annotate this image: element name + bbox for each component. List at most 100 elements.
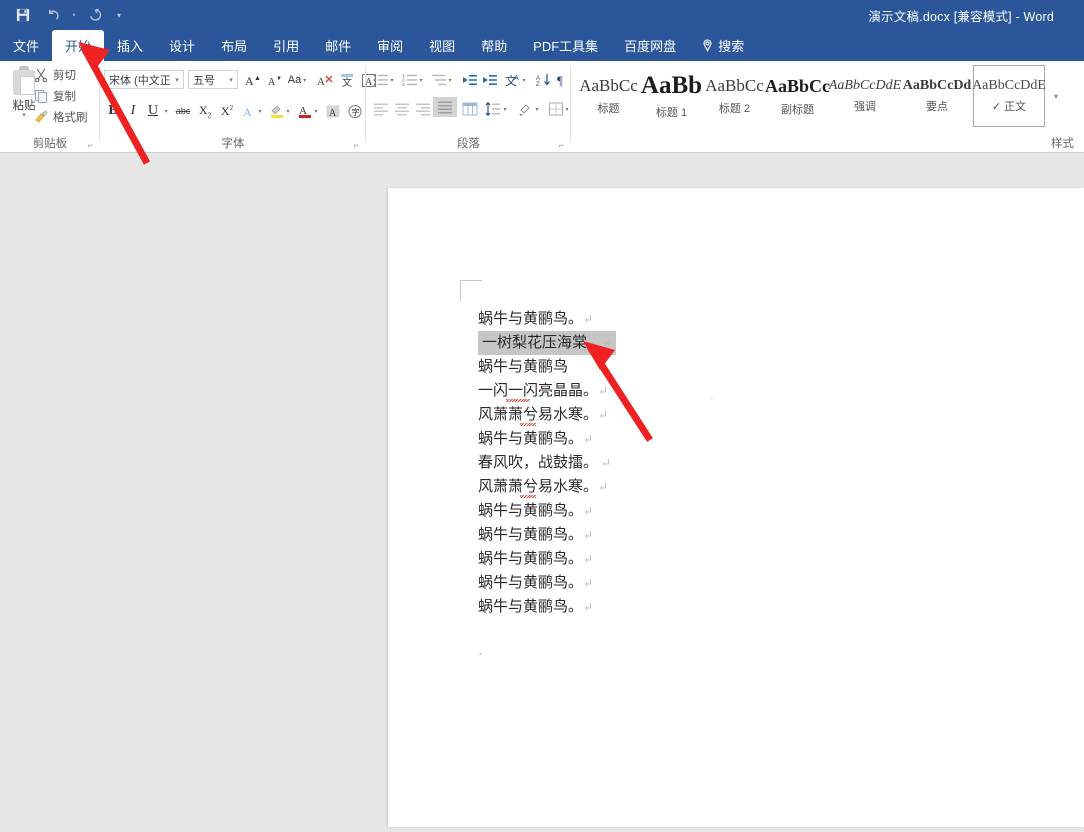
tab-layout[interactable]: 布局 [208, 30, 260, 61]
document-line[interactable]: 蜗牛与黄鹂鸟。↵ [478, 595, 593, 619]
style-item-emphasis[interactable]: AaBbCcDdE 强调 [829, 65, 901, 127]
paste-dropdown-caret[interactable]: ▾ [22, 112, 26, 119]
document-line[interactable]: 蜗牛与黄鹂鸟 [478, 355, 568, 379]
copy-button[interactable]: 复制 [34, 88, 76, 104]
undo-dropdown-dot[interactable]: • [70, 10, 78, 20]
style-preview: AaBbCcDd [902, 78, 972, 93]
tab-file[interactable]: 文件 [0, 30, 52, 61]
style-item-title[interactable]: AaBbCc 标题 [577, 65, 640, 127]
multilevel-caret[interactable]: ▾ [445, 70, 455, 90]
tab-insert[interactable]: 插入 [104, 30, 156, 61]
cut-button[interactable]: 剪切 [34, 67, 76, 83]
change-case-icon[interactable]: Aa ▾ [286, 70, 308, 90]
document-line[interactable]: 蜗牛与黄鹂鸟。↵ [478, 571, 593, 595]
document-line[interactable]: 蜗牛与黄鹂鸟。↵ [478, 523, 593, 547]
customize-qat-icon[interactable]: ▾ [112, 11, 126, 20]
clipboard-dialog-launcher[interactable]: ⌐ [85, 139, 96, 150]
tab-pdf-tools[interactable]: PDF工具集 [520, 30, 611, 61]
tab-references[interactable]: 引用 [260, 30, 312, 61]
search-box[interactable]: 搜索 [689, 30, 757, 61]
align-left-icon[interactable] [370, 99, 392, 119]
font-size-combo[interactable]: 五号 ▾ [188, 70, 238, 89]
tab-help[interactable]: 帮助 [468, 30, 520, 61]
shrink-font-icon[interactable]: A ▼ [264, 70, 286, 90]
scissors-icon [34, 68, 49, 83]
ribbon-tab-strip: 文件 开始 插入 设计 布局 引用 邮件 审阅 视图 帮助 PDF工具集 百度网… [0, 30, 1084, 61]
document-line[interactable]: 蜗牛与黄鹂鸟。↵ [478, 307, 593, 331]
underline-caret[interactable]: ▾ [161, 101, 171, 121]
svg-text:¶: ¶ [557, 73, 563, 87]
distribute-icon[interactable] [459, 99, 481, 119]
increase-indent-icon[interactable] [479, 70, 501, 90]
pilcrow-icon: ↵ [583, 576, 594, 590]
font-dialog-launcher[interactable]: ⌐ [351, 139, 362, 150]
svg-text:文: 文 [342, 76, 352, 88]
tab-mailings[interactable]: 邮件 [312, 30, 364, 61]
asian-layout-caret[interactable]: ▾ [519, 70, 529, 90]
decrease-indent-icon[interactable] [459, 70, 481, 90]
strikethrough-button[interactable]: abc [172, 101, 194, 121]
line-spacing-caret[interactable]: ▾ [500, 99, 510, 119]
group-label-font: 字体 [221, 138, 245, 150]
copy-label: 复制 [53, 91, 76, 103]
bold-button[interactable]: B [102, 101, 124, 121]
document-line[interactable]: 一闪一闪亮晶晶。↵ [478, 379, 608, 403]
align-right-icon[interactable] [412, 99, 434, 119]
phonetic-guide-icon[interactable]: 文 [336, 70, 358, 90]
pilcrow-icon: ↵ [583, 432, 594, 446]
style-name: 强调 [854, 101, 876, 113]
redo-icon[interactable] [82, 3, 108, 27]
align-center-icon[interactable] [391, 99, 413, 119]
document-line[interactable]: 蜗牛与黄鹂鸟。↵ [478, 427, 593, 451]
italic-button[interactable]: I [122, 101, 144, 121]
pilcrow-icon: ↵ [583, 552, 594, 566]
style-item-heading-2[interactable]: AaBbCc 标题 2 [703, 65, 766, 127]
group-label-styles: 样式 [1051, 138, 1074, 150]
document-line[interactable]: 蜗牛与黄鹂鸟。↵ [478, 547, 593, 571]
ribbon: 粘贴 ▾ 剪切 复制 格式刷 剪贴板 ⌐ 宋体 (中文正 ▾ 五号 ▾ A ▲ … [0, 61, 1084, 153]
font-name-combo[interactable]: 宋体 (中文正文 ▾ [104, 70, 184, 89]
tab-baidu-netdisk[interactable]: 百度网盘 [611, 30, 689, 61]
highlight-caret[interactable]: ▾ [283, 101, 293, 121]
shading-caret[interactable]: ▾ [532, 99, 542, 119]
style-item-subtitle[interactable]: AaBbCc 副标题 [765, 65, 830, 127]
tab-home[interactable]: 开始 [52, 30, 105, 61]
format-painter-button[interactable]: 格式刷 [34, 109, 88, 125]
style-name-selected: ✓ 正文 [991, 101, 1027, 113]
tab-view[interactable]: 视图 [416, 30, 468, 61]
tab-design[interactable]: 设计 [156, 30, 208, 61]
paragraph-dialog-launcher[interactable]: ⌐ [556, 139, 567, 150]
font-size-caret[interactable]: ▾ [225, 76, 237, 84]
font-name-caret[interactable]: ▾ [171, 76, 183, 84]
undo-icon[interactable] [40, 3, 66, 27]
document-line[interactable]: 春风吹，战鼓擂。 ↵ [478, 451, 611, 475]
justify-icon[interactable] [433, 97, 457, 117]
enclose-characters-icon[interactable]: 字 [344, 101, 366, 121]
superscript-button[interactable]: X2 [216, 101, 238, 121]
document-line[interactable]: 蜗牛与黄鹂鸟。↵ [478, 499, 593, 523]
style-item-heading-1[interactable]: AaBb 标题 1 [640, 65, 703, 127]
font-color-caret[interactable]: ▾ [311, 101, 321, 121]
bullets-caret[interactable]: ▾ [387, 70, 397, 90]
document-line-selected[interactable]: 一树梨花压海棠。↵ [478, 331, 617, 355]
character-shading-icon[interactable]: A [322, 101, 344, 121]
style-item-strong[interactable]: AaBbCcDd 要点 [901, 65, 973, 127]
svg-text:Z: Z [536, 82, 540, 87]
numbering-caret[interactable]: ▾ [416, 70, 426, 90]
style-item-normal[interactable]: AaBbCcDdE ✓ 正文 [972, 65, 1046, 127]
document-line[interactable]: 风萧萧兮易水寒。↵ [478, 475, 608, 499]
grow-font-icon[interactable]: A ▲ [242, 70, 264, 90]
styles-more-caret[interactable]: ▾ [1045, 65, 1067, 127]
document-page[interactable]: · 蜗牛与黄鹂鸟。↵ 一树梨花压海棠。↵ 蜗牛与黄鹂鸟 一闪一闪亮晶晶。↵ 风萧… [388, 188, 1084, 827]
clear-formatting-icon[interactable]: A [314, 70, 336, 90]
subscript-button[interactable]: X2 [194, 101, 216, 121]
document-line-wrap: 蜗牛与黄鹂鸟。↵ [478, 571, 908, 595]
search-label: 搜索 [718, 39, 745, 54]
document-title: 演示文稿.docx [兼容模式] - Word [868, 9, 1054, 24]
document-text-body[interactable]: 蜗牛与黄鹂鸟。↵ 一树梨花压海棠。↵ 蜗牛与黄鹂鸟 一闪一闪亮晶晶。↵ 风萧萧兮… [478, 307, 908, 667]
style-preview: AaBbCc [705, 76, 764, 95]
document-line[interactable]: 风萧萧兮易水寒。↵ [478, 403, 608, 427]
save-icon[interactable] [10, 3, 36, 27]
tab-review[interactable]: 审阅 [364, 30, 416, 61]
text-effects-caret[interactable]: ▾ [255, 101, 265, 121]
